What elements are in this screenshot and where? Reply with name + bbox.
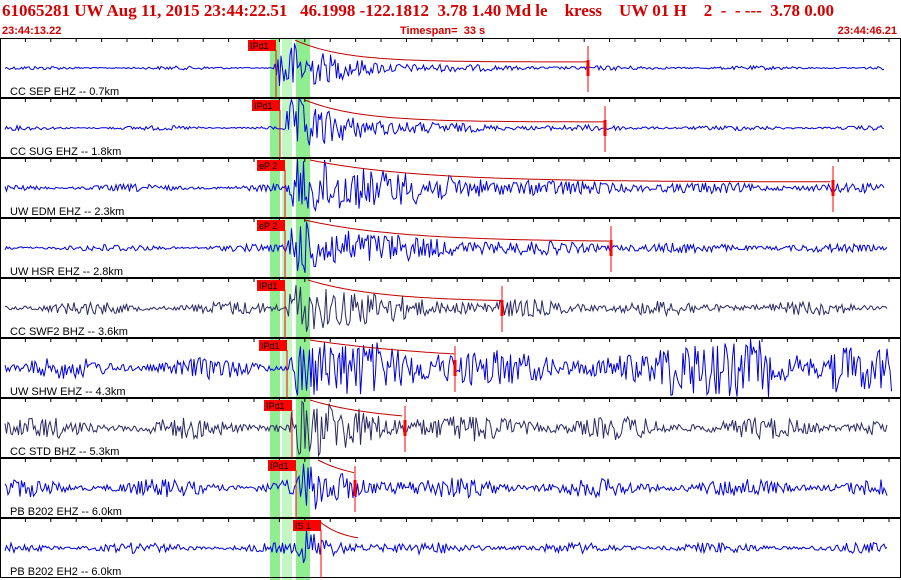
event-title: 61065281 UW Aug 11, 2015 23:44:22.51 46.… [2, 1, 835, 20]
phase-pick-label: IPd1 [261, 341, 280, 351]
channel-label: CC SEP EHZ -- 0.7km [10, 86, 119, 98]
coda-fit-curve [309, 159, 830, 183]
channel-label: CC STD BHZ -- 5.3km [10, 446, 119, 458]
coda-fit-curve [317, 459, 355, 474]
channel-label: UW EDM EHZ -- 2.3km [10, 206, 124, 218]
phase-pick-label: IS 1 [295, 521, 311, 531]
timespan: Timespan= 33 s [400, 25, 485, 37]
phase-pick-label: IPd1 [270, 461, 289, 471]
phase-pick-label: IPd1 [254, 101, 273, 111]
coda-end-marker-bar [500, 300, 504, 316]
waveform-trace [4, 529, 888, 563]
start-time: 23:44:13.22 [2, 25, 62, 37]
waveform-trace [4, 221, 888, 273]
coda-end-marker-bar [453, 360, 457, 376]
channel-frame [0, 158, 901, 218]
channel-label: PB B202 EHZ -- 6.0km [10, 506, 122, 518]
channel-label: PB B202 EH2 -- 6.0km [10, 566, 121, 578]
channel-label: UW SHW EHZ -- 4.3km [10, 386, 126, 398]
channel-label: CC SUG EHZ -- 1.8km [10, 146, 121, 158]
channel-frame [0, 98, 901, 158]
waveform-trace [4, 339, 892, 397]
coda-fit-curve [307, 279, 501, 301]
seismogram-panel[interactable]: IPd1 CC SEP EHZ -- 0.7km IPd1 CC SUG EHZ --… [0, 38, 901, 580]
phase-pick-label: eP 2 [259, 221, 277, 231]
phase-pick-label: IPd1 [250, 41, 269, 51]
waveform-trace [4, 43, 885, 87]
coda-fit-curve [317, 519, 359, 539]
channel-label: CC SWF2 BHZ -- 3.6km [10, 326, 128, 338]
timespan-label: Timespan= [400, 25, 458, 37]
event-header: 61065281 UW Aug 11, 2015 23:44:22.51 46.… [0, 0, 901, 40]
phase-pick-label: eP 2 [259, 161, 277, 171]
waveform-trace [4, 463, 888, 510]
coda-end-marker-bar [353, 480, 357, 496]
coda-fit-curve [294, 39, 587, 63]
waveform-trace [4, 285, 888, 332]
phase-pick-label: IPd1 [266, 401, 285, 411]
coda-fit-curve [304, 99, 605, 123]
coda-end-marker-bar [403, 420, 407, 436]
coda-end-marker-bar [603, 120, 607, 136]
phase-pick-label: IPd1 [259, 281, 278, 291]
coda-end-marker-bar [609, 240, 613, 256]
channel-label: UW HSR EHZ -- 2.8km [10, 266, 123, 278]
waveform-trace [4, 97, 885, 146]
channel-frame [0, 218, 901, 278]
coda-fit-curve [304, 219, 610, 242]
coda-end-marker-bar [831, 180, 835, 196]
timespan-value: 33 s [463, 25, 486, 37]
waveform-trace [4, 400, 888, 458]
end-time: 23:44:46.21 [837, 25, 897, 37]
coda-end-marker-bar [586, 60, 590, 76]
channel-frame [0, 338, 901, 398]
waveform-trace [4, 159, 885, 213]
